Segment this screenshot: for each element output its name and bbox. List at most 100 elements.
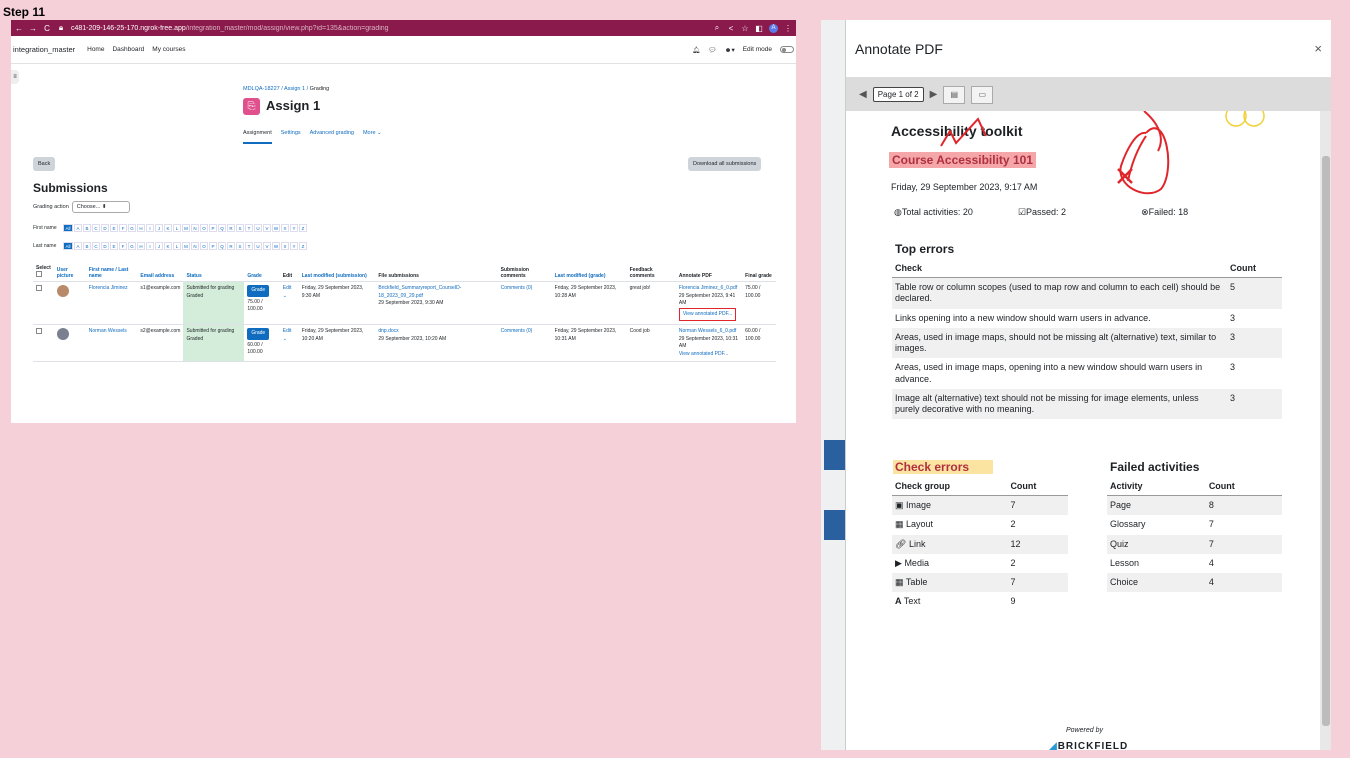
row-checkbox[interactable] [36, 285, 42, 291]
col-grade[interactable]: Grade [244, 263, 280, 282]
first-name-letter[interactable]: Y [290, 224, 298, 232]
last-name-letter[interactable]: L [173, 242, 181, 250]
edit-mode-toggle[interactable] [780, 46, 794, 53]
notification-bell-icon[interactable]: 🔔︎ [692, 46, 700, 54]
breadcrumb-assign[interactable]: Assign 1 [284, 86, 305, 92]
col-last-modified[interactable]: Last modified (submission) [298, 263, 376, 282]
last-name-letter[interactable]: H [137, 242, 145, 250]
last-name-letter[interactable]: I [146, 242, 154, 250]
first-name-letter[interactable]: B [83, 224, 91, 232]
last-name-letter[interactable]: V [263, 242, 271, 250]
last-name-letter[interactable]: D [101, 242, 109, 250]
avatar[interactable] [56, 285, 69, 297]
first-name-letter[interactable]: E [110, 224, 118, 232]
tab-advanced-grading[interactable]: Advanced grading [310, 130, 354, 144]
user-name-link[interactable]: Florencia Jiminez [89, 285, 128, 291]
avatar[interactable] [56, 328, 69, 340]
col-grade-modified[interactable]: Last modified (grade) [551, 263, 627, 282]
col-status[interactable]: Status [183, 263, 245, 282]
back-button[interactable]: Back [33, 157, 56, 171]
first-name-letter[interactable]: M [182, 224, 190, 232]
col-email[interactable]: Email address [137, 263, 184, 282]
first-name-letter[interactable]: O [200, 224, 208, 232]
forward-arrow-icon[interactable]: → [29, 24, 37, 33]
nav-dashboard[interactable]: Dashboard [112, 46, 144, 53]
first-name-letter[interactable]: S [236, 224, 244, 232]
last-name-letter[interactable]: A [74, 242, 82, 250]
user-name-link[interactable]: Norman Wessels [89, 328, 127, 334]
nav-home[interactable]: Home [87, 46, 104, 53]
expand-comments-icon[interactable]: ▭ [971, 85, 994, 104]
first-name-letter[interactable]: Z [299, 224, 307, 232]
first-name-letter[interactable]: X [281, 224, 289, 232]
comment-search-icon[interactable]: ▤ [943, 85, 966, 104]
download-all-button[interactable]: Download all submissions [688, 157, 762, 171]
last-name-letter[interactable]: J [155, 242, 163, 250]
view-annotated-pdf-link[interactable]: View annotated PDF... [683, 311, 732, 317]
user-avatar[interactable]: ☻▾ [725, 46, 735, 54]
file-link[interactable]: Brickfield_Summaryreport_CourseID-18_202… [378, 285, 461, 299]
last-name-letter[interactable]: G [128, 242, 136, 250]
grade-button[interactable]: Grade [247, 328, 270, 340]
last-name-letter[interactable]: S [236, 242, 244, 250]
first-name-letter[interactable]: G [128, 224, 136, 232]
last-name-letter[interactable]: K [164, 242, 172, 250]
last-name-letter[interactable]: Y [290, 242, 298, 250]
last-name-letter[interactable]: Z [299, 242, 307, 250]
drawer-toggle-icon[interactable]: ≡ [11, 70, 19, 84]
col-name[interactable]: First name / Last name [85, 263, 138, 282]
tab-more[interactable]: More ⌄ [363, 130, 382, 144]
first-name-letter[interactable]: U [254, 224, 262, 232]
first-name-letter[interactable]: D [101, 224, 109, 232]
nav-my-courses[interactable]: My courses [152, 46, 185, 53]
kebab-menu-icon[interactable]: ⋮ [784, 24, 792, 33]
annotated-file-link[interactable]: Florencia Jiminez_6_0.pdf [679, 285, 737, 291]
last-name-letter[interactable]: E [110, 242, 118, 250]
first-name-letter[interactable]: L [173, 224, 181, 232]
first-name-letter[interactable]: C [92, 224, 100, 232]
last-name-letter[interactable]: W [272, 242, 280, 250]
last-name-letter[interactable]: M [182, 242, 190, 250]
messages-icon[interactable]: 💬︎ [708, 46, 716, 54]
annotated-file-link[interactable]: Norman Wessels_6_0.pdf [679, 328, 736, 334]
sidebar-icon[interactable]: ◧ [755, 24, 763, 33]
last-name-letter[interactable]: N [191, 242, 199, 250]
profile-avatar[interactable]: A [769, 23, 778, 33]
first-name-letter[interactable]: F [119, 224, 127, 232]
zoom-icon[interactable]: ⌕ [713, 23, 721, 33]
last-name-letter[interactable]: T [245, 242, 253, 250]
last-name-letter[interactable]: X [281, 242, 289, 250]
edit-menu[interactable]: Edit ⌄ [283, 328, 292, 342]
last-name-letter[interactable]: B [83, 242, 91, 250]
first-name-letter[interactable]: T [245, 224, 253, 232]
back-arrow-icon[interactable]: ← [15, 24, 23, 33]
col-user-picture[interactable]: User picture [53, 263, 86, 282]
last-name-letter[interactable]: R [227, 242, 235, 250]
address-bar[interactable]: c481-209-146-25-170.ngrok-free.app/integ… [71, 25, 707, 32]
previous-page-icon[interactable]: ◀ [859, 89, 867, 100]
first-name-letter[interactable]: J [155, 224, 163, 232]
pdf-page[interactable]: Accessibility toolkit Course Accessibili… [846, 111, 1320, 750]
view-annotated-pdf-link[interactable]: View annotated PDF... [679, 351, 728, 357]
reload-icon[interactable]: C [43, 24, 51, 33]
last-name-letter[interactable]: Q [218, 242, 226, 250]
comments-link[interactable]: Comments (0) [501, 328, 533, 334]
first-name-letter[interactable]: N [191, 224, 199, 232]
first-name-letter[interactable]: V [263, 224, 271, 232]
site-name[interactable]: integration_master [13, 45, 75, 54]
star-icon[interactable]: ☆ [741, 24, 749, 33]
last-name-letter[interactable]: P [209, 242, 217, 250]
first-name-letter[interactable]: Q [218, 224, 226, 232]
tab-assignment[interactable]: Assignment [243, 130, 272, 144]
file-link[interactable]: dnp.docx [378, 328, 398, 334]
pdf-scrollbar[interactable] [1320, 111, 1331, 750]
share-icon[interactable]: < [727, 24, 735, 33]
last-name-letter[interactable]: O [200, 242, 208, 250]
close-icon[interactable]: × [1314, 41, 1322, 56]
last-name-letter[interactable]: F [119, 242, 127, 250]
first-name-letter[interactable]: W [272, 224, 280, 232]
grading-action-select[interactable]: Choose... ⬍ [71, 201, 130, 213]
last-name-all[interactable]: All [63, 242, 73, 250]
first-name-letter[interactable]: P [209, 224, 217, 232]
grade-button[interactable]: Grade [247, 285, 270, 297]
